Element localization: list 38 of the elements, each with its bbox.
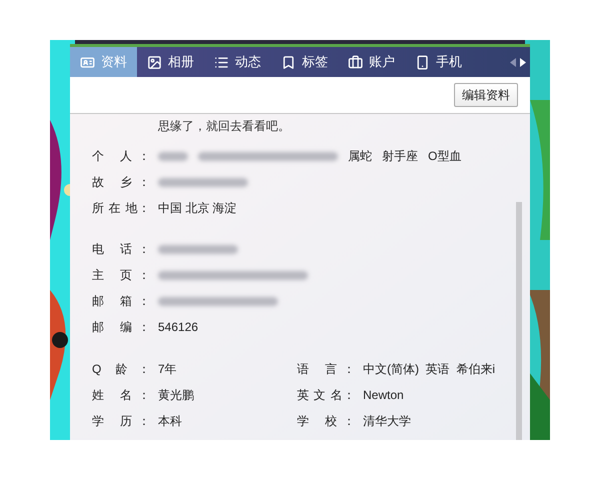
field-label: 邮 箱： bbox=[92, 293, 150, 310]
field-label: 主 页： bbox=[92, 267, 150, 284]
list-icon bbox=[214, 54, 229, 70]
field-label: 邮 编： bbox=[92, 319, 150, 336]
field-label: 学 校： bbox=[297, 413, 355, 430]
field-value: 中国 北京 海淀 bbox=[158, 200, 237, 217]
field-value: O型血 bbox=[428, 148, 462, 165]
phone-icon bbox=[415, 54, 430, 70]
image-icon bbox=[147, 54, 162, 70]
intro-text: 思缘了，就回去看看吧。 bbox=[158, 119, 290, 133]
field-value: 属蛇 bbox=[348, 148, 372, 165]
field-label: 学 历： bbox=[92, 413, 150, 430]
field-value: 本科 bbox=[158, 413, 182, 430]
field-value: 中文(简体) 英语 希伯来i bbox=[363, 361, 495, 378]
bookmark-icon bbox=[281, 54, 296, 70]
id-card-icon bbox=[80, 54, 95, 70]
field-label: 姓 名： bbox=[92, 387, 150, 404]
briefcase-icon bbox=[348, 54, 363, 70]
field-label: 故 乡： bbox=[92, 174, 150, 191]
field-label: 电 话： bbox=[92, 241, 150, 258]
field-label: Q 龄： bbox=[92, 361, 150, 378]
field-label: 语 言： bbox=[297, 361, 355, 378]
tab[interactable]: 标签 bbox=[271, 47, 338, 77]
field-label: 英 文 名： bbox=[297, 387, 355, 404]
field-value: 射手座 bbox=[382, 148, 418, 165]
blurred-value bbox=[158, 152, 188, 160]
tab[interactable]: 动态 bbox=[204, 47, 271, 77]
field-value: Newton bbox=[363, 387, 404, 404]
edit-profile-button[interactable]: 编辑资料 bbox=[454, 83, 518, 107]
field-label: 个 人： bbox=[92, 148, 150, 165]
field-value: 清华大学 bbox=[363, 413, 411, 430]
field-label: 所 在 地： bbox=[92, 200, 150, 217]
field-value: 黄光鹏 bbox=[158, 387, 194, 404]
field-value: 7年 bbox=[158, 361, 177, 378]
field-value: 546126 bbox=[158, 319, 198, 336]
tab[interactable]: 相册 bbox=[137, 47, 204, 77]
tab[interactable]: 账户 bbox=[338, 47, 405, 77]
tab[interactable]: 手机 bbox=[405, 47, 472, 77]
